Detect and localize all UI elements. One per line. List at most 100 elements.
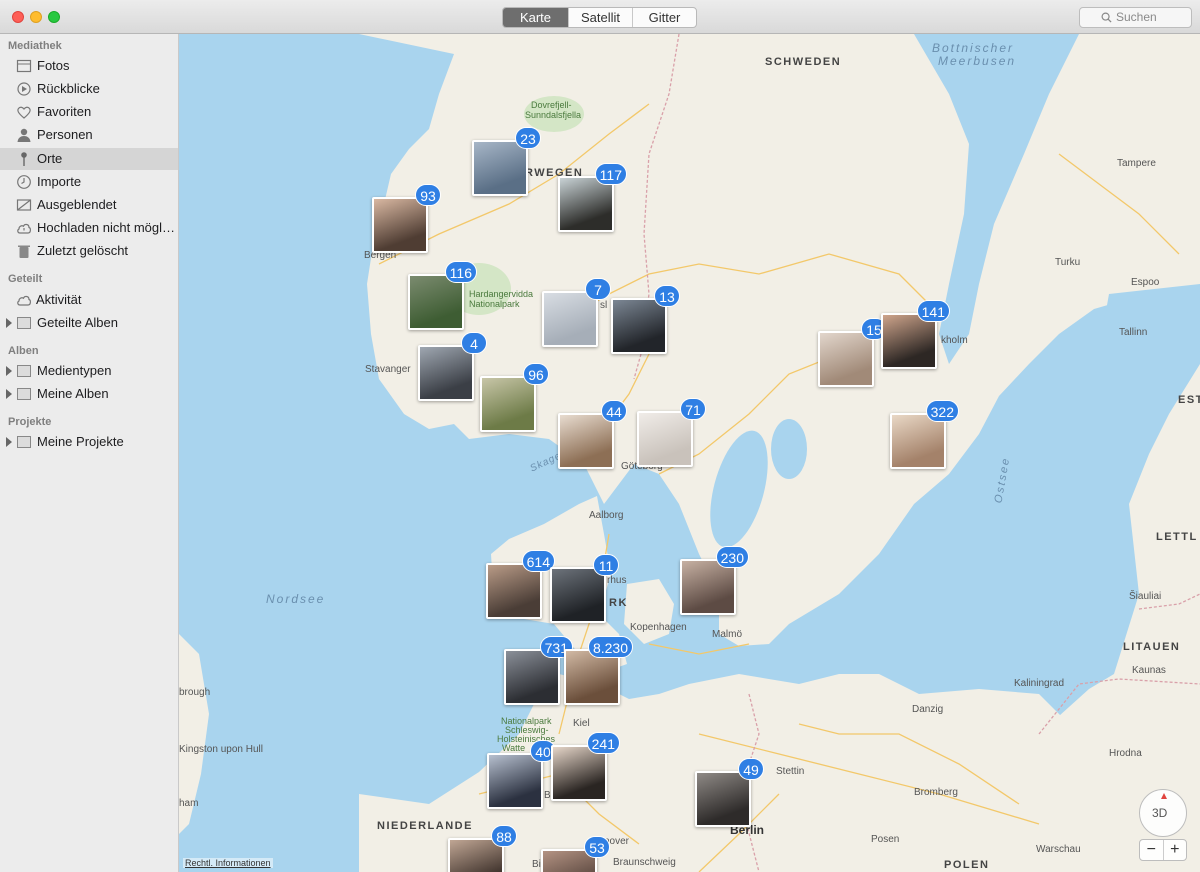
map-view[interactable]: SCHWEDEN RWEGEN Bottnischer Meerbusen Do… xyxy=(179,34,1200,872)
minimize-window-button[interactable] xyxy=(30,11,42,23)
photo-count-badge: 230 xyxy=(715,546,749,568)
photo-cluster[interactable]: 731 xyxy=(504,636,573,705)
map-label-niederlande: NIEDERLANDE xyxy=(377,820,473,832)
zealand-land xyxy=(624,579,674,644)
legal-info-link[interactable]: Rechtl. Informationen xyxy=(183,858,273,868)
photo-thumbnail xyxy=(697,773,749,825)
sidebar-item-fotos[interactable]: Fotos xyxy=(0,55,178,77)
photo-cluster[interactable]: 49 xyxy=(695,758,764,827)
sidebar-item-label: Hochladen nicht mögl… xyxy=(37,220,176,235)
map-label-schweden: SCHWEDEN xyxy=(765,56,842,68)
sidebar-item-importe[interactable]: Importe xyxy=(0,171,178,193)
disclosure-triangle-icon[interactable] xyxy=(6,318,12,328)
sidebar-item-ausgeblendet[interactable]: Ausgeblendet xyxy=(0,194,178,216)
photo-thumbnail xyxy=(506,651,558,703)
photo-cluster[interactable]: 15 xyxy=(818,318,887,387)
photo-cluster[interactable]: 88 xyxy=(448,825,517,872)
photo-count-badge: 141 xyxy=(916,300,950,322)
sidebar-item-personen[interactable]: Personen xyxy=(0,124,178,146)
photo-cluster[interactable]: 241 xyxy=(551,732,620,801)
photo-cluster[interactable]: 116 xyxy=(408,261,477,330)
map-label-litauen: LITAUEN xyxy=(1123,641,1181,653)
photo-cluster[interactable]: 13 xyxy=(611,285,680,354)
sidebar-item-label: Importe xyxy=(37,174,82,189)
disclosure-triangle-icon[interactable] xyxy=(6,366,12,376)
photo-count-badge: 71 xyxy=(680,398,706,420)
photo-cluster[interactable]: 93 xyxy=(372,184,441,253)
photo-count-badge: 241 xyxy=(586,732,620,754)
sidebar-item-meine-alben[interactable]: Meine Alben xyxy=(0,383,178,405)
sidebar-item-orte[interactable]: Orte xyxy=(0,148,178,170)
photo-cluster[interactable]: 71 xyxy=(637,398,706,467)
folder-icon xyxy=(17,317,31,329)
photo-cluster[interactable]: 44 xyxy=(558,400,627,469)
photo-thumbnail xyxy=(450,840,502,872)
close-window-button[interactable] xyxy=(12,11,24,23)
sidebar-item-favoriten[interactable]: Favoriten xyxy=(0,101,178,123)
zoom-control: − + xyxy=(1139,839,1187,861)
map-label-aarhus: rhus xyxy=(607,575,627,586)
photo-cluster[interactable]: 53 xyxy=(541,836,610,872)
map-label-kiel: Kiel xyxy=(573,718,590,729)
disclosure-triangle-icon[interactable] xyxy=(6,437,12,447)
photo-count-badge: 4 xyxy=(461,332,487,354)
compass-3d-button[interactable]: 3D xyxy=(1139,789,1187,837)
fullscreen-window-button[interactable] xyxy=(48,11,60,23)
search-placeholder: Suchen xyxy=(1116,10,1157,24)
map-label-kingston: Kingston upon Hull xyxy=(179,744,263,755)
photo-count-badge: 117 xyxy=(594,163,627,185)
sidebar-item-aktivitaet[interactable]: Aktivität xyxy=(0,289,178,311)
map-label-aalborg: Aalborg xyxy=(589,510,624,521)
tab-karte[interactable]: Karte xyxy=(503,8,568,27)
map-label-stavanger: Stavanger xyxy=(365,364,411,375)
zoom-out-button[interactable]: − xyxy=(1140,840,1164,860)
map-label-siauliai: Šiauliai xyxy=(1129,591,1162,602)
photo-thumbnail xyxy=(639,413,691,465)
photo-thumbnail xyxy=(488,565,540,617)
map-label-kaliningrad: Kaliningrad xyxy=(1014,678,1065,689)
photo-thumbnail xyxy=(553,747,605,799)
sidebar-item-label: Meine Alben xyxy=(37,386,109,401)
photo-cluster[interactable]: 117 xyxy=(558,163,627,232)
section-title-alben: Alben xyxy=(8,345,39,357)
photo-cluster[interactable]: 614 xyxy=(486,550,555,619)
photo-count-badge: 49 xyxy=(738,758,764,780)
tab-satellit[interactable]: Satellit xyxy=(568,8,632,27)
cloud-warning-icon xyxy=(17,223,31,234)
photo-cluster[interactable]: 40 xyxy=(487,740,556,809)
sidebar-item-geteilte-alben[interactable]: Geteilte Alben xyxy=(0,312,178,334)
map-label-meerbusen: Meerbusen xyxy=(938,54,1017,68)
photo-cluster[interactable]: 11 xyxy=(550,554,619,623)
sidebar-item-label: Aktivität xyxy=(36,292,82,307)
map-label-scarborough: brough xyxy=(179,687,211,698)
search-field[interactable]: Suchen xyxy=(1079,7,1192,28)
photo-thumbnail xyxy=(682,561,734,613)
sidebar-item-medientypen[interactable]: Medientypen xyxy=(0,360,178,382)
map-label-dovre2: Sunndalsfjella xyxy=(525,110,582,120)
sidebar-item-meine-projekte[interactable]: Meine Projekte xyxy=(0,431,178,453)
photo-thumbnail xyxy=(560,415,612,467)
photo-cluster[interactable]: 322 xyxy=(890,400,959,469)
person-icon xyxy=(17,128,31,142)
photo-cluster[interactable]: 230 xyxy=(680,546,749,615)
photo-count-badge: 116 xyxy=(444,261,477,283)
photo-cluster[interactable]: 4 xyxy=(418,332,487,401)
sidebar-item-rueckblicke[interactable]: Rückblicke xyxy=(0,78,178,100)
sidebar-item-hochladen[interactable]: Hochladen nicht mögl… xyxy=(0,217,178,239)
zoom-in-button[interactable]: + xyxy=(1164,840,1187,860)
photo-count-badge: 96 xyxy=(523,363,549,385)
sidebar: Mediathek Fotos Rückblicke Favoriten Per… xyxy=(0,34,179,872)
photos-icon xyxy=(16,59,32,73)
tab-gitter[interactable]: Gitter xyxy=(632,8,696,27)
disclosure-triangle-icon[interactable] xyxy=(6,389,12,399)
map-label-hull2: ham xyxy=(179,798,199,809)
sidebar-item-label: Geteilte Alben xyxy=(37,315,118,330)
sidebar-item-zuletzt-geloescht[interactable]: Zuletzt gelöscht xyxy=(0,240,178,262)
photo-cluster[interactable]: 7 xyxy=(542,278,611,347)
map-label-b: B xyxy=(544,790,551,801)
photo-cluster[interactable]: 96 xyxy=(480,363,549,432)
photo-cluster[interactable]: 8.230 xyxy=(564,636,633,705)
photo-cluster[interactable]: 23 xyxy=(472,127,541,196)
map-label-kopenhagen: Kopenhagen xyxy=(630,622,687,633)
photo-cluster[interactable]: 141 xyxy=(881,300,950,369)
